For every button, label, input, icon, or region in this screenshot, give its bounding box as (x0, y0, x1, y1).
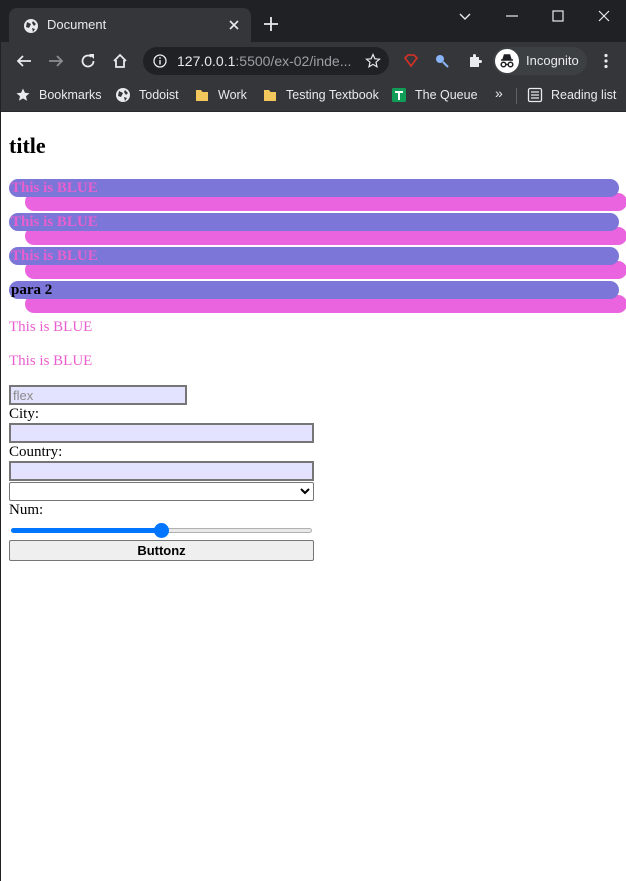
bookmarks-divider (516, 88, 517, 104)
demo-form: City: Country: Num: Buttonz (9, 385, 626, 561)
incognito-profile-button[interactable]: Incognito (493, 47, 587, 75)
num-label: Num: (9, 502, 44, 518)
reading-list-icon (527, 87, 543, 103)
incognito-icon (495, 49, 519, 73)
num-slider[interactable] (9, 522, 314, 538)
folder-icon (264, 90, 276, 101)
bookmark-label: Todoist (139, 88, 179, 102)
folder-icon (196, 90, 208, 101)
select-dropdown[interactable] (9, 482, 314, 501)
browser-toolbar: 127.0.0.1:5500/ex-02/inde... Incognito (1, 42, 626, 80)
blue-bar (9, 247, 619, 265)
bookmark-testing-textbook[interactable]: Testing Textbook (262, 86, 379, 104)
new-tab-icon[interactable] (263, 16, 279, 32)
buttonz-button[interactable]: Buttonz (9, 540, 314, 561)
bookmarks-bar: Bookmarks Todoist Work Testing Textbook (1, 80, 626, 112)
bookmark-todoist[interactable]: Todoist (115, 86, 179, 104)
slider-fill (11, 528, 162, 533)
url-path: :5500/ex-02/inde... (235, 53, 352, 69)
more-bookmarks-button[interactable]: » (495, 85, 503, 101)
bookmark-label: The Queue (415, 88, 478, 102)
bookmark-star-icon[interactable] (365, 53, 381, 69)
globe-icon (24, 19, 38, 33)
plain-paragraph: This is BLUE (9, 353, 93, 369)
highlight-text: This is BLUE (11, 248, 98, 264)
tab-document[interactable]: Document (9, 8, 251, 42)
browser-window: Document 127.0.0.1:5500/ex-02/inde... In… (0, 0, 626, 881)
flex-input[interactable] (9, 385, 187, 405)
reload-icon[interactable] (79, 52, 97, 70)
reading-list-label: Reading list (551, 88, 617, 102)
star-icon (16, 88, 30, 101)
tab-title: Document (47, 17, 107, 32)
tab-strip: Document (1, 0, 626, 42)
plain-paragraph: This is BLUE (9, 319, 93, 335)
extension-heart-icon[interactable] (402, 52, 420, 70)
page-title: title (9, 133, 46, 158)
bookmark-bookmarks[interactable]: Bookmarks (15, 86, 102, 104)
url-text: 127.0.0.1:5500/ex-02/inde... (177, 53, 351, 69)
reading-list-button[interactable]: Reading list (527, 86, 616, 104)
home-icon[interactable] (111, 52, 129, 70)
country-label: Country: (9, 444, 63, 460)
forward-arrow-icon[interactable] (47, 52, 65, 70)
info-icon[interactable] (153, 54, 167, 68)
maximize-icon[interactable] (550, 8, 566, 24)
sheets-icon (392, 88, 406, 102)
blue-bar (9, 213, 619, 231)
address-bar[interactable]: 127.0.0.1:5500/ex-02/inde... (143, 47, 389, 75)
highlight-row: This is BLUE (9, 179, 626, 211)
tab-search-icon[interactable] (457, 8, 473, 24)
bookmark-label: Bookmarks (39, 88, 102, 102)
bookmark-work[interactable]: Work (194, 86, 247, 104)
blue-bar (9, 179, 619, 197)
incognito-label: Incognito (526, 53, 579, 68)
highlight-text: This is BLUE (11, 180, 98, 196)
extension-magnifier-icon[interactable] (433, 52, 451, 70)
bookmark-label: Work (218, 88, 247, 102)
back-arrow-icon[interactable] (15, 52, 33, 70)
para-2-text: para 2 (11, 282, 53, 298)
highlight-text: This is BLUE (11, 214, 98, 230)
slider-thumb[interactable] (154, 523, 169, 538)
more-menu-icon[interactable] (597, 52, 615, 70)
bookmark-label: Testing Textbook (286, 88, 379, 102)
page-content: title This is BLUE This is BLUE This is … (9, 112, 626, 561)
minimize-icon[interactable] (504, 8, 520, 24)
url-host: 127.0.0.1 (177, 53, 236, 69)
country-input[interactable] (9, 461, 314, 481)
highlight-row: This is BLUE (9, 247, 626, 279)
bookmark-the-queue[interactable]: The Queue (391, 86, 478, 104)
city-input[interactable] (9, 423, 314, 443)
blue-bar (9, 281, 619, 299)
highlight-row: This is BLUE (9, 213, 626, 245)
close-window-icon[interactable] (596, 8, 612, 24)
close-tab-icon[interactable] (225, 16, 243, 34)
city-label: City: (9, 406, 40, 422)
extensions-puzzle-icon[interactable] (466, 52, 484, 70)
globe-icon (116, 88, 130, 102)
highlight-row: para 2 (9, 281, 626, 313)
